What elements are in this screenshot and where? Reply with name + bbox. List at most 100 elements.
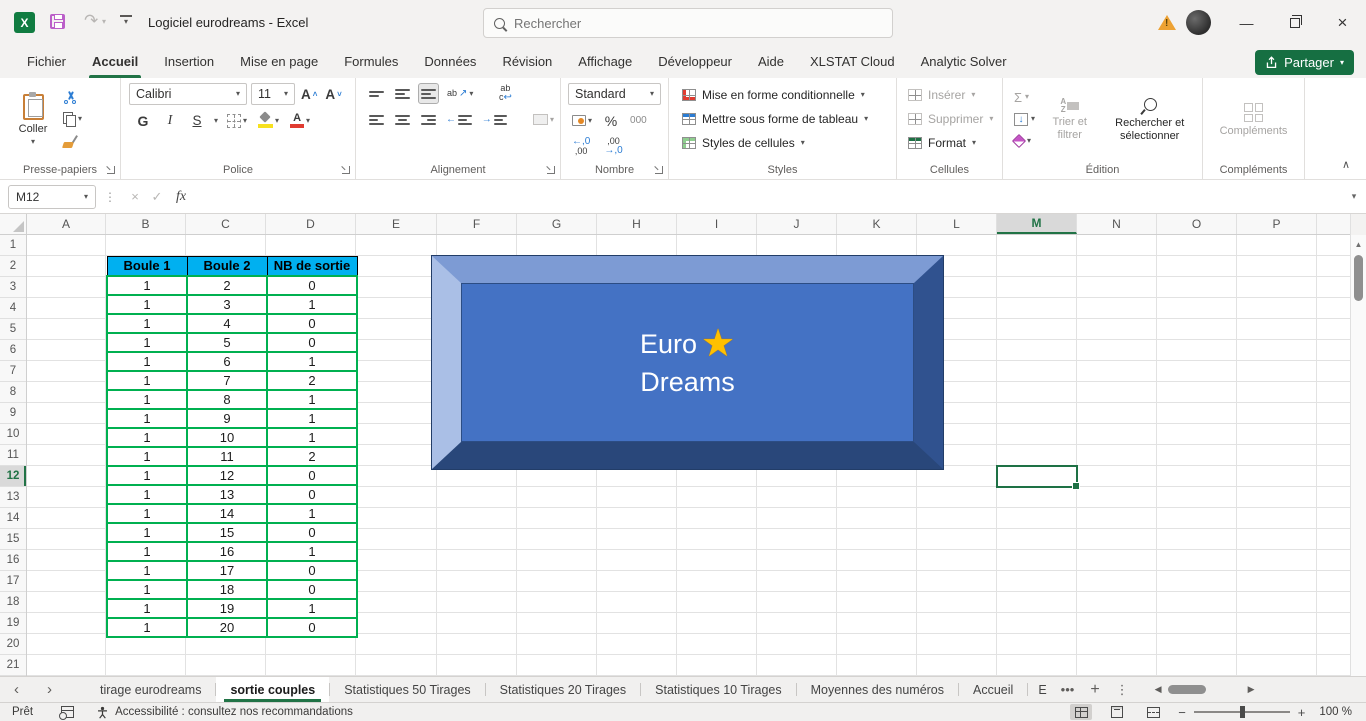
table-cell[interactable]: 0 [266, 521, 358, 543]
sheet-tab-statistiques-10-tirages[interactable]: Statistiques 10 Tirages [641, 677, 795, 702]
table-cell[interactable]: 18 [186, 578, 268, 600]
tab-splitter-icon[interactable]: ⋮ [1108, 682, 1137, 698]
zoom-level[interactable]: 100 % [1319, 706, 1352, 718]
sheet-tab-moyennes-des-num-ros[interactable]: Moyennes des numéros [797, 677, 958, 702]
clear-button[interactable]: ▾ [1011, 130, 1038, 152]
sort-filter-button[interactable]: AZ Trier et filtrer [1044, 83, 1095, 157]
addins-button[interactable]: Compléments [1220, 83, 1287, 157]
table-cell[interactable]: 1 [106, 464, 188, 486]
decrease-decimal-button[interactable]: ,00 →,0 [602, 136, 624, 157]
column-header-N[interactable]: N [1077, 214, 1157, 234]
row-header-20[interactable]: 20 [0, 634, 26, 655]
table-cell[interactable]: 1 [106, 540, 188, 562]
row-header-9[interactable]: 9 [0, 403, 26, 424]
row-header-10[interactable]: 10 [0, 424, 26, 445]
table-cell[interactable]: 0 [266, 274, 358, 296]
column-header-C[interactable]: C [186, 214, 266, 234]
table-cell[interactable]: 6 [186, 350, 268, 372]
sheet-tab-accueil[interactable]: Accueil [959, 677, 1027, 702]
table-cell[interactable]: 1 [106, 616, 188, 638]
table-cell[interactable]: 2 [186, 274, 268, 296]
collapse-ribbon-button[interactable]: ∧ [1342, 158, 1350, 171]
column-header-D[interactable]: D [266, 214, 356, 234]
row-header-15[interactable]: 15 [0, 529, 26, 550]
dialog-launcher-icon[interactable] [342, 166, 350, 174]
horizontal-scrollbar[interactable]: ◀ ▶ [1147, 677, 1263, 702]
format-cells-button[interactable]: Format ▾ [905, 131, 998, 155]
chevron-down-icon[interactable]: ▾ [214, 116, 218, 125]
row-header-19[interactable]: 19 [0, 613, 26, 634]
scroll-right-icon[interactable]: ▶ [1248, 684, 1255, 695]
align-center-button[interactable] [392, 109, 412, 130]
search-box[interactable] [483, 8, 893, 38]
table-cell[interactable]: 1 [106, 312, 188, 334]
accounting-format-button[interactable]: ▾ [570, 110, 594, 131]
sheet-tab-statistiques-50-tirages[interactable]: Statistiques 50 Tirages [330, 677, 484, 702]
table-cell[interactable]: 1 [106, 407, 188, 429]
scroll-left-icon[interactable]: ◀ [1155, 684, 1162, 695]
row-header-13[interactable]: 13 [0, 487, 26, 508]
table-cell[interactable]: 1 [266, 350, 358, 372]
table-cell[interactable]: 1 [266, 597, 358, 619]
conditional-formatting-button[interactable]: Mise en forme conditionnelle ▾ [679, 83, 892, 107]
table-header-boule-1[interactable]: Boule 1 [106, 256, 188, 276]
zoom-slider-thumb[interactable] [1239, 706, 1245, 718]
customize-toolbar-icon[interactable]: ▾ [120, 15, 132, 26]
ribbon-tab-analytic-solver[interactable]: Analytic Solver [908, 45, 1020, 78]
fill-button[interactable]: ↓ ▾ [1011, 108, 1038, 130]
formula-input[interactable] [194, 180, 1342, 213]
column-header-H[interactable]: H [597, 214, 677, 234]
zoom-slider[interactable] [1193, 706, 1290, 718]
align-bottom-button[interactable] [418, 83, 439, 104]
horizontal-scroll-thumb[interactable] [1167, 685, 1206, 694]
row-header-7[interactable]: 7 [0, 361, 26, 382]
row-header-21[interactable]: 21 [0, 655, 26, 676]
table-cell[interactable]: 1 [106, 578, 188, 600]
row-header-12[interactable]: 12 [0, 466, 26, 487]
table-cell[interactable]: 10 [186, 426, 268, 448]
table-cell[interactable]: 1 [106, 426, 188, 448]
align-left-button[interactable] [366, 109, 386, 130]
minimize-button[interactable]: — [1224, 0, 1269, 45]
font-size-select[interactable]: 11 ▾ [251, 83, 295, 105]
increase-indent-button[interactable]: → [480, 109, 510, 130]
table-cell[interactable]: 0 [266, 464, 358, 486]
decrease-indent-button[interactable]: ← [444, 109, 474, 130]
table-cell[interactable]: 4 [186, 312, 268, 334]
column-header-K[interactable]: K [837, 214, 917, 234]
table-cell[interactable]: 19 [186, 597, 268, 619]
ribbon-tab-donn-es[interactable]: Données [411, 45, 489, 78]
row-header-18[interactable]: 18 [0, 592, 26, 613]
table-cell[interactable]: 7 [186, 369, 268, 391]
align-right-button[interactable] [418, 109, 438, 130]
close-button[interactable]: × [1320, 0, 1365, 45]
table-cell[interactable]: 1 [106, 350, 188, 372]
table-cell[interactable]: 14 [186, 502, 268, 524]
sheet-tab-statistiques-20-tirages[interactable]: Statistiques 20 Tirages [486, 677, 640, 702]
table-cell[interactable]: 1 [106, 559, 188, 581]
column-header-L[interactable]: L [917, 214, 997, 234]
copy-button[interactable]: ▾ [60, 108, 85, 130]
number-format-select[interactable]: Standard ▾ [568, 83, 661, 105]
dialog-launcher-icon[interactable] [655, 166, 663, 174]
ribbon-tab-insertion[interactable]: Insertion [151, 45, 227, 78]
page-layout-view-button[interactable] [1106, 704, 1128, 720]
vertical-scrollbar[interactable]: ▲ [1350, 235, 1366, 676]
find-select-button[interactable]: Rechercher et sélectionner [1101, 83, 1198, 157]
column-header-F[interactable]: F [437, 214, 517, 234]
table-cell[interactable]: 1 [266, 388, 358, 410]
align-middle-button[interactable] [392, 83, 412, 104]
table-cell[interactable]: 1 [106, 597, 188, 619]
font-color-button[interactable]: A ▾ [288, 110, 312, 131]
zoom-out-button[interactable]: − [1178, 705, 1186, 720]
table-cell[interactable]: 1 [106, 369, 188, 391]
table-cell[interactable]: 1 [266, 407, 358, 429]
format-as-table-button[interactable]: Mettre sous forme de tableau ▾ [679, 107, 892, 131]
sheet-tab-tirage-eurodreams[interactable]: tirage eurodreams [86, 677, 215, 702]
increase-font-button[interactable]: A ˄ [299, 84, 319, 105]
row-header-3[interactable]: 3 [0, 277, 26, 298]
row-header-14[interactable]: 14 [0, 508, 26, 529]
orientation-button[interactable]: ab ↗ ▾ [445, 83, 475, 104]
paste-button[interactable]: Coller ▾ [10, 83, 56, 157]
comma-style-button[interactable]: 000 [628, 110, 649, 131]
